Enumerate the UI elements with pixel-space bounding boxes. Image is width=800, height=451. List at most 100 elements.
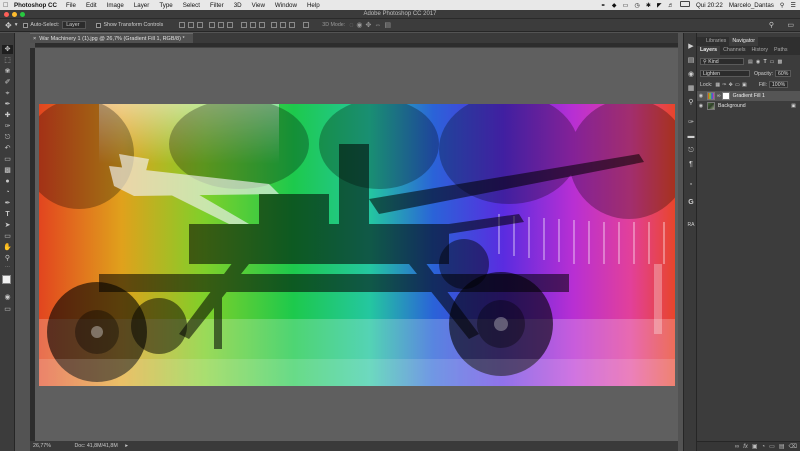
- zoom-tool-icon[interactable]: ⚲: [2, 254, 13, 263]
- zoom-level[interactable]: 26,77%: [33, 443, 51, 449]
- wifi-icon[interactable]: ◤: [657, 2, 662, 9]
- gradient-tool-icon[interactable]: ▩: [2, 166, 13, 175]
- distribute-bottom-icon[interactable]: [259, 22, 266, 28]
- volume-icon[interactable]: ♬: [668, 2, 674, 9]
- distribute-hcenter-icon[interactable]: [280, 22, 287, 28]
- new-adjustment-icon[interactable]: ◔: [762, 444, 766, 450]
- align-hcenter-icon[interactable]: [218, 22, 225, 28]
- brush-panel-icon[interactable]: ✑: [687, 119, 695, 127]
- align-bottom-icon[interactable]: [197, 22, 204, 28]
- type-tool-icon[interactable]: T: [2, 210, 13, 219]
- tool-preset-chevron-icon[interactable]: ▾: [15, 22, 18, 28]
- history-panel-icon[interactable]: ▶: [687, 43, 695, 51]
- spotlight-icon[interactable]: ⚲: [780, 2, 785, 9]
- distribute-vcenter-icon[interactable]: [250, 22, 257, 28]
- lasso-tool-icon[interactable]: ❀: [2, 67, 13, 76]
- adjustments-panel-icon[interactable]: ◉: [687, 71, 695, 79]
- healing-brush-tool-icon[interactable]: ✚: [2, 111, 13, 120]
- user-menu[interactable]: Marcelo_Dantas: [729, 2, 774, 9]
- layer-row-background[interactable]: ◉ Background ▣: [697, 101, 800, 111]
- 3d-orbit-icon[interactable]: ◌: [349, 22, 353, 29]
- opacity-input[interactable]: 60%: [775, 70, 792, 77]
- properties-panel-icon[interactable]: ▤: [687, 57, 695, 65]
- brush-presets-icon[interactable]: ▬: [687, 133, 695, 141]
- filter-shape-icon[interactable]: ▭: [770, 59, 775, 65]
- move-tool-icon[interactable]: ✥: [2, 45, 13, 54]
- workspace-icon[interactable]: ▭: [787, 21, 794, 29]
- add-mask-icon[interactable]: ▣: [752, 443, 758, 450]
- filter-smart-icon[interactable]: ▩: [778, 59, 783, 65]
- filter-pixel-icon[interactable]: ▤: [748, 59, 753, 65]
- menu-layer[interactable]: Layer: [134, 2, 149, 9]
- paragraph-styles-icon[interactable]: G: [687, 199, 695, 207]
- tab-navigator[interactable]: Navigator: [729, 37, 758, 46]
- dodge-tool-icon[interactable]: ◔: [2, 188, 13, 197]
- brush-tool-icon[interactable]: ✑: [2, 122, 13, 131]
- eyedropper-tool-icon[interactable]: ✒: [2, 100, 13, 109]
- align-right-icon[interactable]: [227, 22, 234, 28]
- lock-artboard-icon[interactable]: ▭: [735, 82, 740, 88]
- clone-source-icon[interactable]: ⎋: [687, 147, 695, 155]
- status-menu-chevron-icon[interactable]: ▸: [125, 443, 128, 449]
- align-top-icon[interactable]: [179, 22, 186, 28]
- layer-name[interactable]: Gradient Fill 1: [733, 93, 765, 99]
- creative-cloud-icon[interactable]: ⚭: [601, 2, 606, 9]
- 3d-pan-icon[interactable]: ✥: [366, 21, 372, 29]
- layer-row-gradient-fill[interactable]: ◉ ∞ Gradient Fill 1: [697, 91, 800, 101]
- more-tools-icon[interactable]: ⋯: [2, 263, 13, 272]
- menu-image[interactable]: Image: [107, 2, 124, 9]
- trash-icon[interactable]: ⌫: [789, 443, 797, 450]
- lock-transparent-icon[interactable]: ▦: [715, 82, 720, 88]
- canvas-area[interactable]: [35, 48, 678, 441]
- menu-3d[interactable]: 3D: [234, 2, 242, 9]
- filter-adjustment-icon[interactable]: ◉: [756, 59, 761, 65]
- display-icon[interactable]: ▭: [623, 2, 629, 9]
- 3d-scale-icon[interactable]: ▤: [384, 21, 391, 29]
- align-vcenter-icon[interactable]: [188, 22, 195, 28]
- apple-icon[interactable]: : [0, 2, 10, 9]
- fx-icon[interactable]: fx: [743, 444, 748, 450]
- menu-view[interactable]: View: [252, 2, 265, 9]
- filter-type-icon[interactable]: T: [763, 59, 766, 65]
- blur-tool-icon[interactable]: ●: [2, 177, 13, 186]
- menu-window[interactable]: Window: [275, 2, 297, 9]
- quick-select-tool-icon[interactable]: ✐: [2, 78, 13, 87]
- glyphs-panel-icon[interactable]: ▫: [687, 181, 695, 189]
- 3d-roll-icon[interactable]: ◉: [356, 21, 362, 29]
- blend-mode-dropdown[interactable]: Lighten: [700, 70, 750, 77]
- app-menu[interactable]: Photoshop CC: [14, 2, 57, 9]
- fill-input[interactable]: 100%: [768, 81, 789, 88]
- menu-file[interactable]: File: [66, 2, 76, 9]
- paragraph-panel-icon[interactable]: ¶: [687, 161, 695, 169]
- menu-help[interactable]: Help: [307, 2, 320, 9]
- tab-channels[interactable]: Channels: [720, 46, 748, 55]
- rectangle-tool-icon[interactable]: ▭: [2, 232, 13, 241]
- tab-paths[interactable]: Paths: [771, 46, 791, 55]
- timemachine-icon[interactable]: ◷: [634, 2, 639, 9]
- eraser-tool-icon[interactable]: ▭: [2, 155, 13, 164]
- document-canvas[interactable]: [39, 104, 675, 386]
- crop-tool-icon[interactable]: ⌖: [2, 89, 13, 98]
- auto-align-icon[interactable]: [303, 22, 310, 28]
- path-selection-tool-icon[interactable]: ➤: [2, 221, 13, 230]
- lock-pixels-icon[interactable]: ✑: [722, 82, 726, 88]
- lock-all-icon[interactable]: ▣: [742, 82, 747, 88]
- notification-icon[interactable]: ☰: [790, 2, 796, 9]
- distribute-left-icon[interactable]: [271, 22, 278, 28]
- menu-select[interactable]: Select: [183, 2, 200, 9]
- layer-mask-thumbnail[interactable]: [721, 92, 730, 100]
- clone-stamp-tool-icon[interactable]: ⎋: [2, 133, 13, 142]
- menu-type[interactable]: Type: [159, 2, 172, 9]
- battery-icon[interactable]: [679, 1, 690, 9]
- tab-history[interactable]: History: [748, 46, 770, 55]
- menu-filter[interactable]: Filter: [210, 2, 224, 9]
- distribute-top-icon[interactable]: [241, 22, 248, 28]
- marquee-tool-icon[interactable]: ⬚: [2, 56, 13, 65]
- link-layers-icon[interactable]: ∞: [735, 444, 739, 450]
- dropbox-icon[interactable]: ◆: [612, 2, 617, 9]
- 3d-slide-icon[interactable]: ⇔: [374, 22, 381, 29]
- distribute-right-icon[interactable]: [289, 22, 296, 28]
- show-transform-controls-checkbox[interactable]: [96, 22, 102, 28]
- layer-filter-kind-dropdown[interactable]: ⚲ Kind: [700, 58, 744, 65]
- character-panel-icon[interactable]: ⚲: [687, 99, 695, 107]
